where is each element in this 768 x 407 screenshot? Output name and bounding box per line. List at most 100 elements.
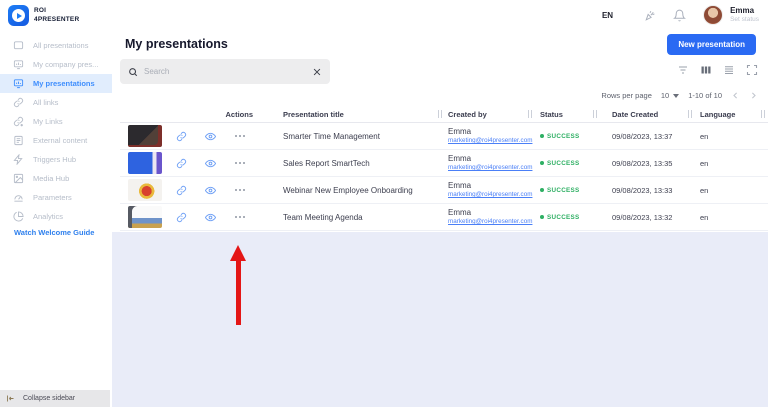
- next-page-icon[interactable]: [749, 91, 758, 100]
- table-body: Smarter Time Management Emma marketing@r…: [120, 123, 768, 231]
- date-created-value: 09/08/2023, 13:32: [612, 212, 673, 222]
- column-header-language[interactable]: Language: [695, 110, 768, 119]
- sidebar-item-my-company-presentations[interactable]: My company pres...: [0, 55, 112, 74]
- presentation-title[interactable]: Webinar New Employee Onboarding: [283, 186, 413, 195]
- creator-name: Emma: [448, 207, 472, 217]
- copy-link-icon[interactable]: [176, 158, 187, 169]
- creator-email-link[interactable]: marketing@roi4presenter.com: [448, 164, 532, 172]
- sidebar-item-my-presentations[interactable]: My presentations: [0, 74, 112, 93]
- sidebar-item-all-links[interactable]: All links: [0, 93, 112, 112]
- column-header-created-by[interactable]: Created by: [445, 110, 535, 119]
- sidebar-item-external-content[interactable]: External content: [0, 131, 112, 150]
- presentation-title[interactable]: Smarter Time Management: [283, 132, 380, 141]
- table-header: Actions Presentation title Created by St…: [120, 106, 768, 123]
- link-icon: [13, 97, 24, 108]
- more-actions-button[interactable]: [234, 161, 246, 165]
- sort-icon[interactable]: [528, 110, 532, 118]
- rows-per-page-select[interactable]: 10: [661, 91, 680, 100]
- sidebar-item-my-links[interactable]: My Links: [0, 112, 112, 131]
- sort-icon[interactable]: [438, 110, 442, 118]
- external-content-icon: [14, 135, 23, 146]
- language-value: en: [700, 158, 709, 168]
- more-actions-button[interactable]: [234, 215, 246, 219]
- presentation-title[interactable]: Team Meeting Agenda: [283, 213, 363, 222]
- grid-view-icon[interactable]: [700, 64, 712, 76]
- content-background: [112, 232, 768, 407]
- fullscreen-icon[interactable]: [746, 64, 758, 76]
- table-row: Webinar New Employee Onboarding Emma mar…: [120, 177, 768, 204]
- company-presentations-icon: [13, 60, 24, 70]
- user-info: Emma Set status: [730, 6, 759, 23]
- copy-link-icon[interactable]: [176, 212, 187, 223]
- view-toolbar: [677, 64, 758, 76]
- collapse-sidebar-button[interactable]: Collapse sidebar: [0, 390, 110, 407]
- status-badge: SUCCESS: [547, 132, 580, 140]
- sidebar-nav: All presentations My company pres... My …: [0, 36, 112, 226]
- status-dot-icon: [540, 215, 544, 219]
- preview-eye-icon[interactable]: [205, 158, 216, 169]
- topbar: EN Emma Set status: [112, 0, 768, 30]
- presentation-thumbnail[interactable]: [128, 206, 162, 228]
- copy-link-icon[interactable]: [176, 131, 187, 142]
- column-header-status[interactable]: Status: [535, 110, 600, 119]
- annotation-arrow-head: [230, 245, 246, 261]
- page-title: My presentations: [125, 37, 228, 51]
- language-value: en: [700, 131, 709, 141]
- brand-logo[interactable]: ROI 4PRESENTER: [8, 5, 79, 26]
- new-presentation-button[interactable]: New presentation: [667, 34, 756, 55]
- creator-email-link[interactable]: marketing@roi4presenter.com: [448, 191, 532, 199]
- preview-eye-icon[interactable]: [205, 185, 216, 196]
- presentation-thumbnail[interactable]: [128, 179, 162, 201]
- presentation-thumbnail[interactable]: [128, 152, 162, 174]
- clear-search-icon[interactable]: [312, 67, 322, 77]
- previous-page-icon[interactable]: [731, 91, 740, 100]
- language-value: en: [700, 212, 709, 222]
- table-row: Smarter Time Management Emma marketing@r…: [120, 123, 768, 150]
- preview-eye-icon[interactable]: [205, 212, 216, 223]
- more-actions-button[interactable]: [234, 188, 246, 192]
- sidebar-item-media-hub[interactable]: Media Hub: [0, 169, 112, 188]
- user-avatar[interactable]: [703, 5, 724, 25]
- status-badge: SUCCESS: [547, 159, 580, 167]
- search-bar[interactable]: [120, 59, 330, 84]
- status-badge: SUCCESS: [547, 213, 580, 221]
- search-input[interactable]: [144, 67, 306, 76]
- creator-name: Emma: [448, 153, 472, 163]
- main-content: My presentations New presentation Rows p…: [112, 30, 768, 407]
- sort-icon[interactable]: [593, 110, 597, 118]
- whats-new-party-icon[interactable]: [643, 9, 656, 22]
- preview-eye-icon[interactable]: [205, 131, 216, 142]
- rows-per-page-label: Rows per page: [601, 91, 652, 100]
- sidebar-item-analytics[interactable]: Analytics: [0, 207, 112, 226]
- sidebar-item-parameters[interactable]: Parameters: [0, 188, 112, 207]
- language-switcher[interactable]: EN: [602, 11, 613, 20]
- copy-link-icon[interactable]: [176, 185, 187, 196]
- creator-email-link[interactable]: marketing@roi4presenter.com: [448, 137, 532, 145]
- presentation-title[interactable]: Sales Report SmartTech: [283, 159, 370, 168]
- sidebar-item-triggers-hub[interactable]: Triggers Hub: [0, 150, 112, 169]
- sidebar: ROI 4PRESENTER All presentations My comp…: [0, 0, 112, 407]
- gauge-icon: [14, 195, 23, 202]
- creator-name: Emma: [448, 180, 472, 190]
- list-view-icon[interactable]: [723, 64, 735, 76]
- creator-email-link[interactable]: marketing@roi4presenter.com: [448, 218, 532, 226]
- sidebar-item-all-presentations[interactable]: All presentations: [0, 36, 112, 55]
- set-status-link[interactable]: Set status: [730, 16, 759, 24]
- watch-welcome-guide-link[interactable]: Watch Welcome Guide: [14, 228, 94, 237]
- more-actions-button[interactable]: [234, 134, 246, 138]
- presentation-screen-icon: [13, 41, 24, 50]
- search-icon: [129, 67, 138, 76]
- notifications-bell-icon[interactable]: [673, 9, 687, 22]
- column-header-date-created[interactable]: Date Created: [600, 110, 695, 119]
- filter-icon[interactable]: [677, 64, 689, 76]
- creator-name: Emma: [448, 126, 472, 136]
- sort-icon[interactable]: [761, 110, 765, 118]
- pagination-range: 1-10 of 10: [688, 91, 722, 100]
- presentation-thumbnail[interactable]: [128, 125, 162, 147]
- date-created-value: 09/08/2023, 13:33: [612, 185, 673, 195]
- sort-icon[interactable]: [688, 110, 692, 118]
- language-value: en: [700, 185, 709, 195]
- my-links-icon: [13, 116, 24, 127]
- collapse-arrow-icon: [7, 395, 14, 402]
- column-header-title[interactable]: Presentation title: [265, 110, 445, 119]
